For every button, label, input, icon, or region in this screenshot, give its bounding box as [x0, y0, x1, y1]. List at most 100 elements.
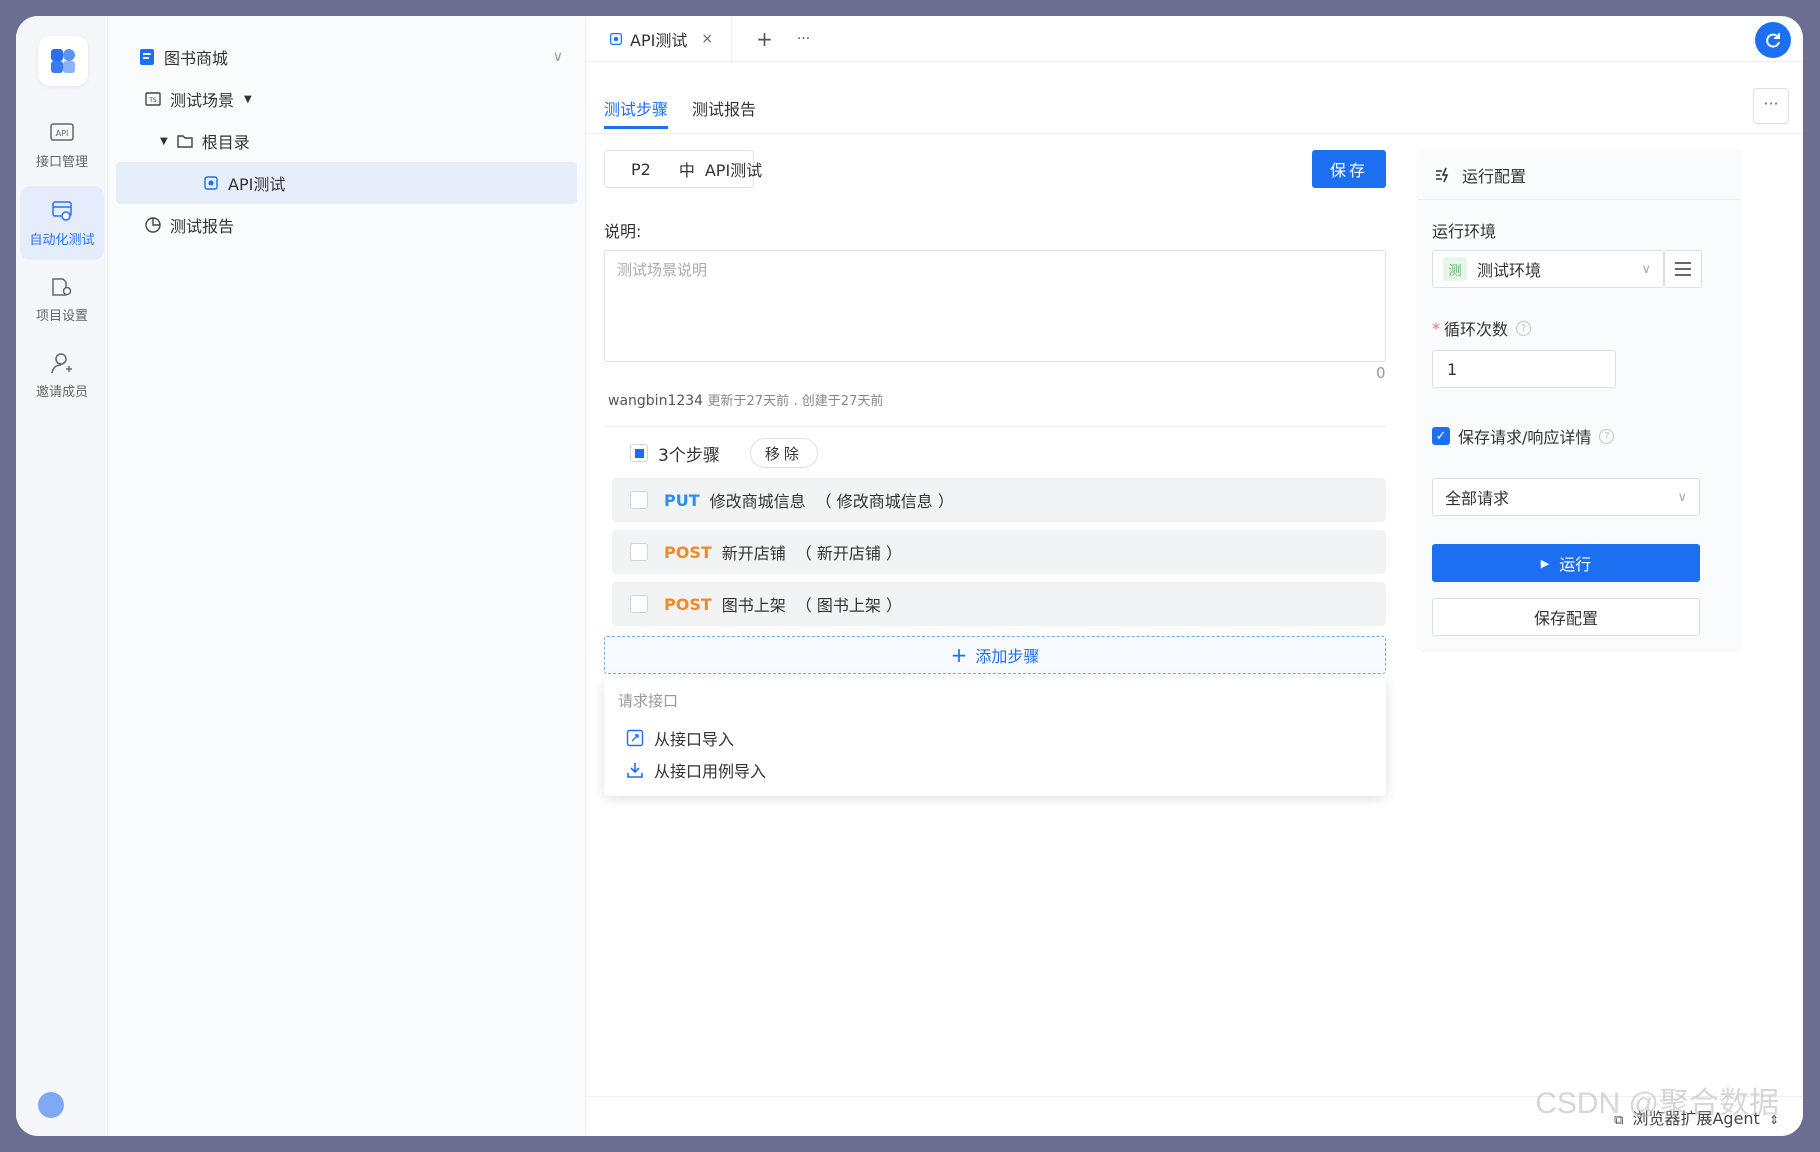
save-detail-label: 保存请求/响应详情: [1458, 428, 1592, 447]
step-name: 新开店铺: [721, 544, 786, 563]
caret-down-icon[interactable]: ▼: [244, 94, 252, 105]
rail-label: 自动化测试: [29, 232, 95, 248]
env-select[interactable]: 测 测试环境 ∨: [1432, 250, 1664, 288]
updated-time: 更新于27天前: [707, 394, 790, 409]
caret-down-icon[interactable]: ▼: [160, 136, 168, 147]
author-name: wangbin1234: [608, 393, 704, 409]
tree-item-label: API测试: [228, 175, 286, 194]
http-method: POST: [664, 594, 712, 614]
save-button[interactable]: 保存: [1312, 150, 1386, 188]
close-icon[interactable]: ×: [701, 31, 713, 47]
step-checkbox[interactable]: [630, 543, 648, 561]
request-filter-value: 全部请求: [1445, 489, 1510, 508]
priority-value: P2: [631, 159, 651, 179]
run-config-header: 运行配置: [1418, 150, 1740, 200]
step-alias: （ 修改商城信息 ）: [815, 492, 954, 511]
env-label: 运行环境: [1432, 222, 1497, 241]
select-all-checkbox[interactable]: [630, 444, 648, 462]
api-icon: API: [50, 122, 74, 141]
step-row[interactable]: POST 图书上架 （ 图书上架 ）: [612, 582, 1386, 626]
help-icon[interactable]: ?: [1516, 320, 1532, 336]
sync-button[interactable]: [1755, 22, 1791, 58]
step-row[interactable]: POST 新开店铺 （ 新开店铺 ）: [612, 530, 1386, 574]
level-value: 中: [678, 161, 695, 180]
tree-item-report[interactable]: 测试报告: [116, 204, 577, 246]
tab-test-steps[interactable]: 测试步骤: [604, 96, 669, 129]
menu-group-label: 请求接口: [618, 692, 679, 710]
add-step-button[interactable]: + 添加步骤: [604, 636, 1386, 674]
folder-icon: [177, 135, 193, 148]
loop-value: 1: [1447, 359, 1458, 379]
tab-bar: API测试 × + ···: [586, 16, 1803, 62]
tree-item-root-folder[interactable]: ▼ 根目录: [116, 120, 577, 162]
step-name: 图书上架: [721, 596, 786, 615]
rail-label: 项目设置: [35, 308, 88, 324]
created-time: 创建于27天前: [801, 394, 884, 409]
more-options-button[interactable]: ···: [1753, 88, 1789, 124]
chevron-down-icon: ∨: [1641, 261, 1651, 277]
rail-item-automation[interactable]: 自动化测试: [20, 186, 104, 260]
steps-count: 3个步骤: [658, 445, 720, 466]
report-icon: [145, 217, 161, 233]
loop-input[interactable]: 1: [1432, 350, 1616, 388]
save-detail-checkbox[interactable]: ✓: [1432, 427, 1450, 445]
step-row[interactable]: PUT 修改商城信息 （ 修改商城信息 ）: [612, 478, 1386, 522]
project-icon: [140, 49, 154, 65]
tree-item-label: 根目录: [201, 133, 250, 152]
tree-item-api-test[interactable]: API测试: [116, 162, 577, 204]
priority-select[interactable]: P2 中 API测试: [604, 150, 762, 188]
run-config-title: 运行配置: [1462, 166, 1527, 186]
save-detail-row[interactable]: ✓ 保存请求/响应详情 ?: [1432, 424, 1615, 448]
chevron-down-icon[interactable]: ∨: [553, 49, 563, 65]
description-label: 说明:: [604, 222, 642, 241]
tree-item-label: 测试报告: [170, 217, 235, 236]
loop-label: 循环次数: [1444, 320, 1509, 339]
user-avatar[interactable]: [38, 1092, 64, 1118]
env-value: 测试环境: [1477, 261, 1542, 280]
icon-rail: API 接口管理 自动化测试 项目设置 邀请成员: [16, 16, 108, 1136]
menu-icon: [1675, 262, 1691, 276]
project-selector[interactable]: 图书商城 ∨: [116, 36, 577, 78]
rail-item-api[interactable]: API 接口管理: [20, 108, 104, 182]
menu-item-import-case[interactable]: 从接口用例导入: [626, 758, 766, 782]
menu-item-label: 从接口用例导入: [654, 762, 767, 781]
step-checkbox[interactable]: [630, 491, 648, 509]
save-config-button[interactable]: 保存配置: [1432, 598, 1700, 636]
add-tab-icon[interactable]: +: [756, 27, 773, 51]
env-manage-button[interactable]: [1664, 250, 1702, 288]
step-alias: （ 图书上架 ）: [795, 596, 902, 615]
run-button[interactable]: ▶ 运行: [1432, 544, 1700, 582]
tab-api-test[interactable]: API测试 ×: [586, 16, 733, 62]
menu-item-import-api[interactable]: 从接口导入: [626, 726, 734, 750]
plus-icon: +: [950, 643, 968, 667]
tree-item-label: 测试场景: [170, 91, 235, 110]
tab-label: API测试: [630, 30, 688, 50]
description-textarea[interactable]: 测试场景说明: [604, 250, 1386, 362]
author-info: wangbin1234 更新于27天前 . 创建于27天前: [608, 393, 884, 409]
steps-header: 3个步骤 移除: [630, 438, 818, 468]
loop-label-row: * 循环次数 ?: [1432, 316, 1532, 340]
tab-test-report[interactable]: 测试报告: [692, 96, 756, 120]
request-filter-select[interactable]: 全部请求 ∨: [1432, 478, 1700, 516]
scenario-name[interactable]: API测试: [705, 157, 762, 181]
remove-button[interactable]: 移除: [749, 438, 818, 468]
more-icon[interactable]: ···: [797, 31, 810, 47]
refresh-icon: [1766, 33, 1780, 48]
add-step-label: 添加步骤: [975, 647, 1040, 666]
http-method: POST: [664, 542, 712, 562]
step-alias: （ 新开店铺 ）: [795, 544, 902, 563]
step-checkbox[interactable]: [630, 595, 648, 613]
help-icon[interactable]: ?: [1599, 428, 1615, 444]
scenario-folder-icon: TS: [145, 92, 161, 106]
menu-item-label: 从接口导入: [654, 730, 735, 749]
tree-item-scenarios[interactable]: TS 测试场景 ▼: [116, 78, 577, 120]
rail-item-invite[interactable]: 邀请成员: [20, 338, 104, 412]
watermark: CSDN @聚合数据: [1535, 1087, 1779, 1120]
rail-label: 邀请成员: [35, 384, 88, 400]
app-window: API 接口管理 自动化测试 项目设置 邀请成员 图书商城 ∨ TS 测试场景 …: [16, 16, 1803, 1136]
main-area: API测试 × + ··· 测试步骤 测试报告 ··· P2 中 API测试 保…: [586, 16, 1803, 1136]
svg-text:TS: TS: [148, 97, 157, 104]
rail-item-project-settings[interactable]: 项目设置: [20, 262, 104, 336]
app-logo[interactable]: [38, 36, 88, 86]
automation-icon: [52, 200, 72, 221]
